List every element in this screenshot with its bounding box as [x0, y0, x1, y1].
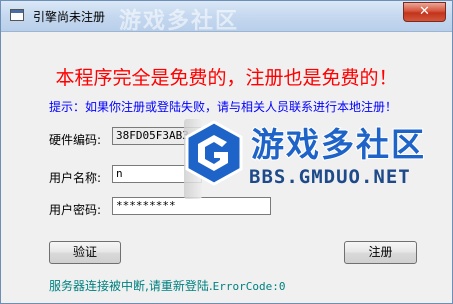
- help-hint-text: 提示：如果你注册或登陆失败，请与相关人员联系进行本地注册！: [49, 100, 398, 114]
- window-title: 引擎尚未注册: [33, 10, 106, 24]
- password-label: 用户密码:: [49, 203, 102, 217]
- gmduo-logo-icon: [185, 120, 243, 186]
- watermark-site-name: 游戏多社区: [250, 124, 426, 165]
- password-field[interactable]: *********: [112, 197, 271, 215]
- register-button[interactable]: 注册: [344, 241, 417, 264]
- registration-window: 引擎尚未注册 游戏多社区 ✕ 本程序完全是免费的，注册也是免费的！ 提示：如果你…: [0, 0, 453, 304]
- app-window-icon: [10, 9, 24, 21]
- error-code: ErrorCode:0: [212, 280, 286, 293]
- username-label: 用户名称:: [49, 171, 102, 185]
- watermark-site-url: BBS.GMDUO.NET: [249, 166, 411, 188]
- verify-button[interactable]: 验证: [49, 241, 121, 264]
- title-bar[interactable]: 引擎尚未注册 游戏多社区 ✕: [1, 1, 452, 34]
- status-message: 服务器连接被中断,请重新登陆.ErrorCode:0: [49, 277, 286, 294]
- close-button[interactable]: ✕: [403, 2, 446, 22]
- free-notice-headline: 本程序完全是免费的，注册也是免费的！: [55, 67, 398, 89]
- title-watermark-text: 游戏多社区: [119, 9, 240, 34]
- status-text: 服务器连接被中断,请重新登陆.: [49, 279, 213, 293]
- hardware-code-label: 硬件编码:: [49, 133, 102, 147]
